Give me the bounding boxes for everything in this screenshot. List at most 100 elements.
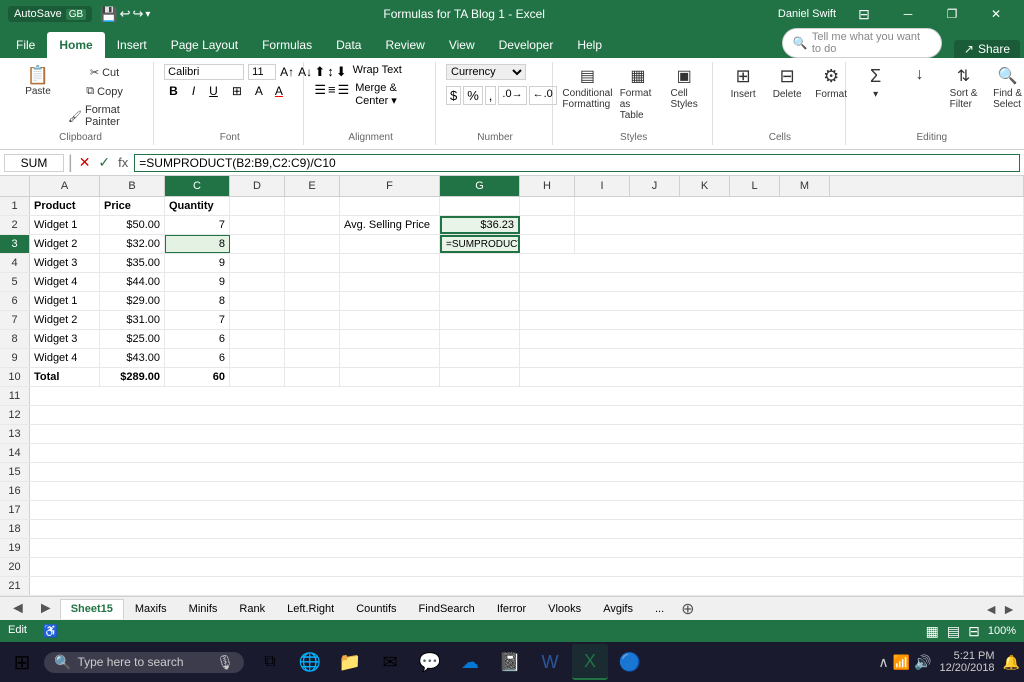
cell-rest-14[interactable] <box>30 444 1024 462</box>
volume-icon[interactable]: 🔊 <box>914 654 931 671</box>
cell-rest-12[interactable] <box>30 406 1024 424</box>
conditional-formatting-button[interactable]: ▤ ConditionalFormatting <box>563 64 612 112</box>
cut-button[interactable]: ✂Cut <box>64 64 145 81</box>
cell-a9[interactable]: Widget 4 <box>30 349 100 367</box>
border-button[interactable]: ⊞ <box>227 82 247 100</box>
cell-b5[interactable]: $44.00 <box>100 273 165 291</box>
align-middle-icon[interactable]: ↕ <box>327 64 334 80</box>
currency-button[interactable]: $ <box>446 86 461 105</box>
tab-nav-right[interactable]: ► <box>32 600 60 618</box>
decrease-decimal-button[interactable]: ←.0 <box>529 86 557 105</box>
cell-c5[interactable]: 9 <box>165 273 230 291</box>
number-format-select[interactable]: Currency General Number Percentage <box>446 64 526 80</box>
skype-icon[interactable]: 💬 <box>412 644 448 680</box>
cell-styles-button[interactable]: ▣ CellStyles <box>664 64 704 112</box>
cell-g7[interactable] <box>440 311 520 329</box>
format-cells-button[interactable]: ⚙ Format <box>811 64 851 102</box>
cell-g6[interactable] <box>440 292 520 310</box>
cell-rest-11[interactable] <box>30 387 1024 405</box>
cell-b6[interactable]: $29.00 <box>100 292 165 310</box>
chevron-up-icon[interactable]: ∧ <box>878 654 888 671</box>
col-header-m[interactable]: M <box>780 176 830 196</box>
cell-e9[interactable] <box>285 349 340 367</box>
align-left-icon[interactable]: ☰ <box>314 82 326 107</box>
cell-a6[interactable]: Widget 1 <box>30 292 100 310</box>
formula-input[interactable] <box>134 154 1020 172</box>
col-header-c[interactable]: C <box>165 176 230 196</box>
mail-icon[interactable]: ✉ <box>372 644 408 680</box>
cell-rest-17[interactable] <box>30 501 1024 519</box>
cell-a10[interactable]: Total <box>30 368 100 386</box>
cell-c2[interactable]: 7 <box>165 216 230 234</box>
col-header-l[interactable]: L <box>730 176 780 196</box>
cell-f9[interactable] <box>340 349 440 367</box>
windows-start-button[interactable]: ⊞ <box>4 644 40 680</box>
comma-button[interactable]: , <box>485 86 497 105</box>
chrome-icon[interactable]: 🔵 <box>612 644 648 680</box>
col-header-i[interactable]: I <box>575 176 630 196</box>
sheet-tab-rank[interactable]: Rank <box>228 599 276 619</box>
save-icon[interactable]: 💾 <box>100 6 117 23</box>
tab-nav-left[interactable]: ◄ <box>4 600 32 618</box>
format-painter-button[interactable]: 🖌Format Painter <box>64 102 145 130</box>
minimize-button[interactable]: ─ <box>888 0 928 28</box>
task-view-button[interactable]: ⧉ <box>252 644 288 680</box>
cell-h3[interactable] <box>520 235 575 253</box>
cell-rest-19[interactable] <box>30 539 1024 557</box>
cell-reference-box[interactable] <box>4 154 64 172</box>
onenote-icon[interactable]: 📓 <box>492 644 528 680</box>
sheet-tab-leftright[interactable]: Left.Right <box>276 599 345 619</box>
cell-h2[interactable] <box>520 216 575 234</box>
cell-e4[interactable] <box>285 254 340 272</box>
align-right-icon[interactable]: ☰ <box>338 82 350 107</box>
share-button[interactable]: ↗ Share <box>954 40 1020 58</box>
cell-a4[interactable]: Widget 3 <box>30 254 100 272</box>
sheet-tab-maxifs[interactable]: Maxifs <box>124 599 178 619</box>
sheet-tab-countifs[interactable]: Countifs <box>345 599 407 619</box>
cell-c1[interactable]: Quantity <box>165 197 230 215</box>
cell-e2[interactable] <box>285 216 340 234</box>
page-layout-icon[interactable]: ▤ <box>947 623 960 640</box>
cell-e6[interactable] <box>285 292 340 310</box>
cell-g2[interactable]: $36.23 <box>440 216 520 234</box>
cell-a8[interactable]: Widget 3 <box>30 330 100 348</box>
sheet-tab-more[interactable]: ... <box>644 599 675 619</box>
cell-f7[interactable] <box>340 311 440 329</box>
cell-b9[interactable]: $43.00 <box>100 349 165 367</box>
cell-c4[interactable]: 9 <box>165 254 230 272</box>
cell-g10[interactable] <box>440 368 520 386</box>
font-name-input[interactable] <box>164 64 244 80</box>
cell-c3[interactable]: 8 <box>165 235 230 253</box>
cell-f10[interactable] <box>340 368 440 386</box>
tab-scroll-buttons[interactable]: ◄ ► <box>980 601 1020 617</box>
excel-icon[interactable]: X <box>572 644 608 680</box>
add-sheet-button[interactable]: ⊕ <box>675 599 700 619</box>
cell-f4[interactable] <box>340 254 440 272</box>
col-header-g[interactable]: G <box>440 176 520 196</box>
tab-page-layout[interactable]: Page Layout <box>159 32 250 58</box>
cell-rest-13[interactable] <box>30 425 1024 443</box>
cell-b4[interactable]: $35.00 <box>100 254 165 272</box>
cell-a1[interactable]: Product <box>30 197 100 215</box>
format-as-table-button[interactable]: ▦ Format asTable <box>616 64 660 123</box>
tab-home[interactable]: Home <box>47 32 104 58</box>
cell-f6[interactable] <box>340 292 440 310</box>
tab-review[interactable]: Review <box>373 32 436 58</box>
cell-d2[interactable] <box>230 216 285 234</box>
cell-d1[interactable] <box>230 197 285 215</box>
cell-b8[interactable]: $25.00 <box>100 330 165 348</box>
align-bottom-icon[interactable]: ⬇ <box>336 64 347 80</box>
merge-center-button[interactable]: Merge & Center ▾ <box>355 82 427 107</box>
cell-d7[interactable] <box>230 311 285 329</box>
cell-e5[interactable] <box>285 273 340 291</box>
cell-f5[interactable] <box>340 273 440 291</box>
normal-view-icon[interactable]: ▦ <box>926 623 939 640</box>
find-select-button[interactable]: 🔍 Find &Select <box>988 64 1024 112</box>
wrap-text-button[interactable]: Wrap Text <box>353 64 402 80</box>
fill-color-button[interactable]: A <box>251 83 267 99</box>
cell-c7[interactable]: 7 <box>165 311 230 329</box>
cell-d6[interactable] <box>230 292 285 310</box>
cell-d9[interactable] <box>230 349 285 367</box>
col-header-h[interactable]: H <box>520 176 575 196</box>
sheet-tab-sheet15[interactable]: Sheet15 <box>60 599 124 619</box>
